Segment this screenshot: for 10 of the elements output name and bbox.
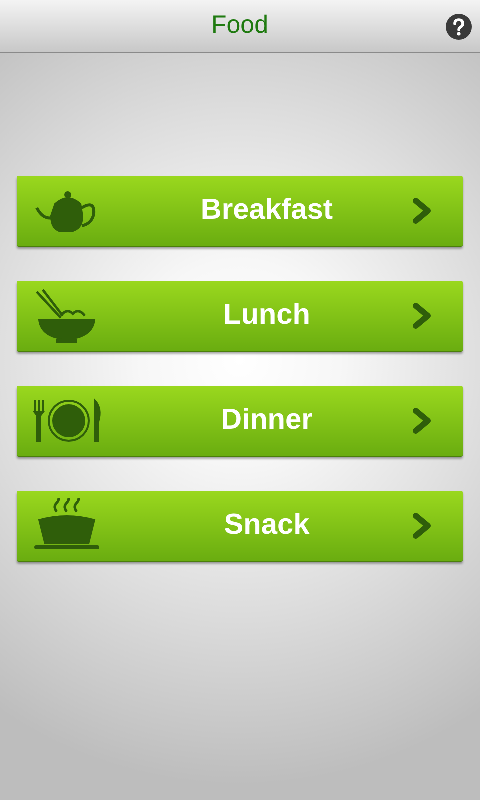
meal-button[interactable]: Snack xyxy=(17,491,463,562)
chevron-right-icon xyxy=(413,303,433,329)
help-icon[interactable] xyxy=(445,13,473,41)
meal-button[interactable]: Dinner xyxy=(17,386,463,457)
chevron-right-icon xyxy=(413,198,433,224)
meal-button[interactable]: Breakfast xyxy=(17,176,463,247)
page-title: Food xyxy=(212,10,268,42)
meal-button[interactable]: Lunch xyxy=(17,281,463,352)
chevron-right-icon xyxy=(413,408,433,434)
chevron-right-icon xyxy=(413,513,433,539)
